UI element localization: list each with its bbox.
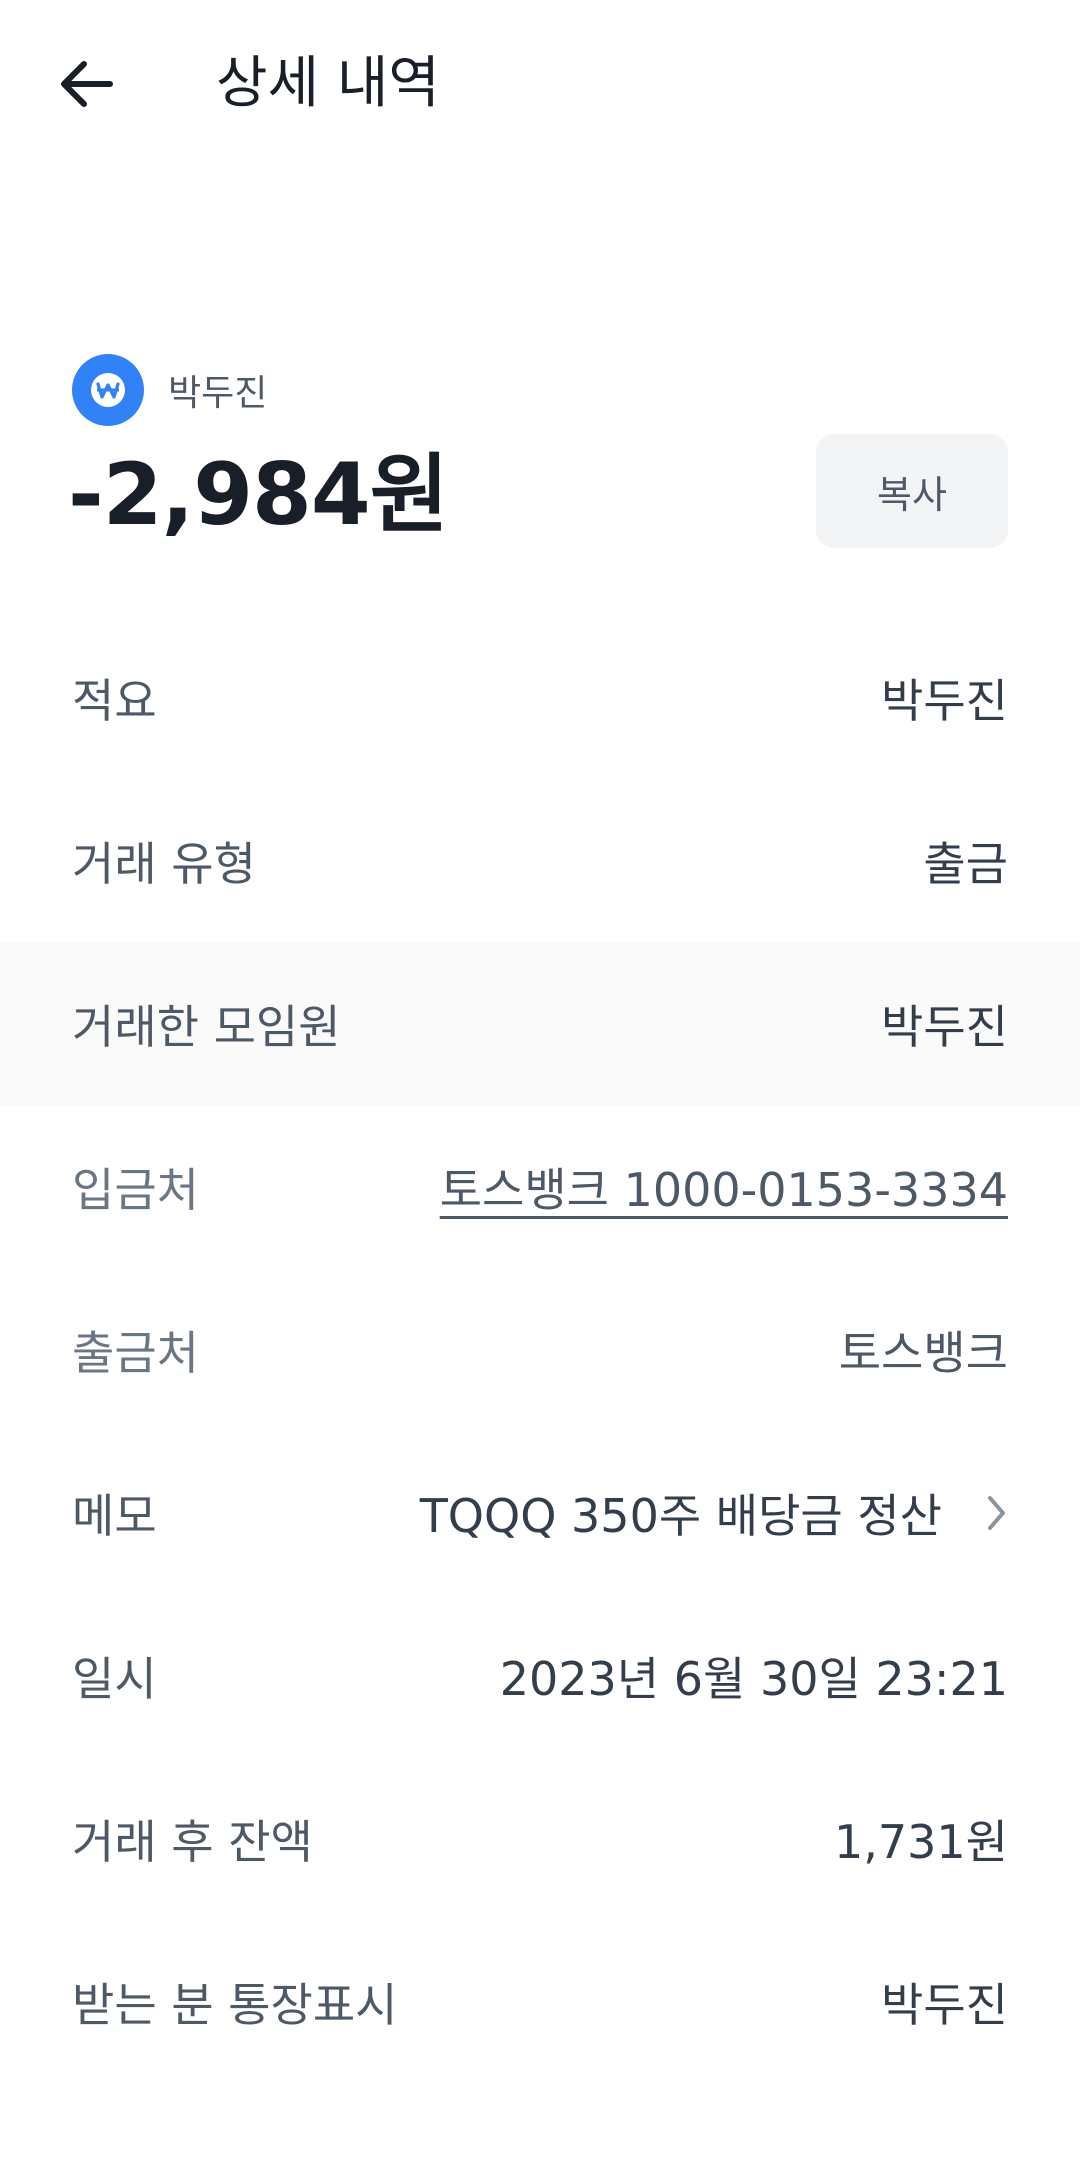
detail-label: 메모 [72, 1488, 157, 1543]
detail-value: 박두진 [881, 673, 1008, 728]
detail-row-memo[interactable]: 메모 TQQQ 350주 배당금 정산 [0, 1431, 1080, 1594]
detail-list: 적요 박두진 거래 유형 출금 거래한 모임원 박두진 입금처 토스뱅크 100… [0, 616, 1080, 2083]
detail-row-balance: 거래 후 잔액 1,731원 [0, 1757, 1080, 1920]
arrow-left-icon [61, 61, 113, 107]
won-icon [72, 354, 144, 426]
detail-label: 일시 [72, 1651, 157, 1706]
detail-row-summary: 적요 박두진 [0, 616, 1080, 779]
detail-row-type: 거래 유형 출금 [0, 779, 1080, 942]
account-info: 박두진 [72, 354, 267, 426]
detail-value: 2023년 6월 30일 23:21 [499, 1651, 1008, 1706]
detail-label: 입금처 [72, 1162, 199, 1217]
detail-label: 거래 후 잔액 [72, 1814, 313, 1869]
detail-value: 박두진 [881, 1977, 1008, 2032]
detail-label: 거래 유형 [72, 836, 256, 891]
detail-value: 출금 [923, 836, 1008, 891]
detail-value-wrap: 토스뱅크 1000-0153-3334 [440, 1105, 1008, 1268]
app-header: 상세 내역 [0, 0, 1080, 164]
detail-row-recipient-display: 받는 분 통장표시 박두진 [0, 1920, 1080, 2083]
detail-value: 토스뱅크 [838, 1325, 1008, 1380]
detail-label: 적요 [72, 673, 157, 728]
detail-value: TQQQ 350주 배당금 정산 [419, 1488, 942, 1543]
back-button[interactable] [50, 48, 122, 120]
detail-row-deposit-to: 입금처 토스뱅크 1000-0153-3334 [0, 1105, 1080, 1268]
page-title: 상세 내역 [216, 51, 440, 116]
deposit-account-link[interactable]: 토스뱅크 1000-0153-3334 [440, 1154, 1008, 1220]
transaction-amount: -2,984원 [68, 445, 449, 545]
detail-label: 거래한 모임원 [72, 999, 341, 1054]
detail-label: 출금처 [72, 1325, 199, 1380]
memo-value-wrap[interactable]: TQQQ 350주 배당금 정산 [420, 1431, 1008, 1594]
copy-button[interactable]: 복사 [816, 434, 1008, 548]
chevron-right-icon [986, 1494, 1008, 1532]
account-name: 박두진 [168, 373, 268, 414]
detail-value: 박두진 [881, 999, 1008, 1054]
detail-value: 1,731원 [833, 1814, 1008, 1869]
detail-row-datetime: 일시 2023년 6월 30일 23:21 [0, 1594, 1080, 1757]
detail-row-member: 거래한 모임원 박두진 [0, 942, 1080, 1105]
detail-label: 받는 분 통장표시 [72, 1977, 398, 2032]
detail-row-withdraw-from: 출금처 토스뱅크 [0, 1268, 1080, 1431]
